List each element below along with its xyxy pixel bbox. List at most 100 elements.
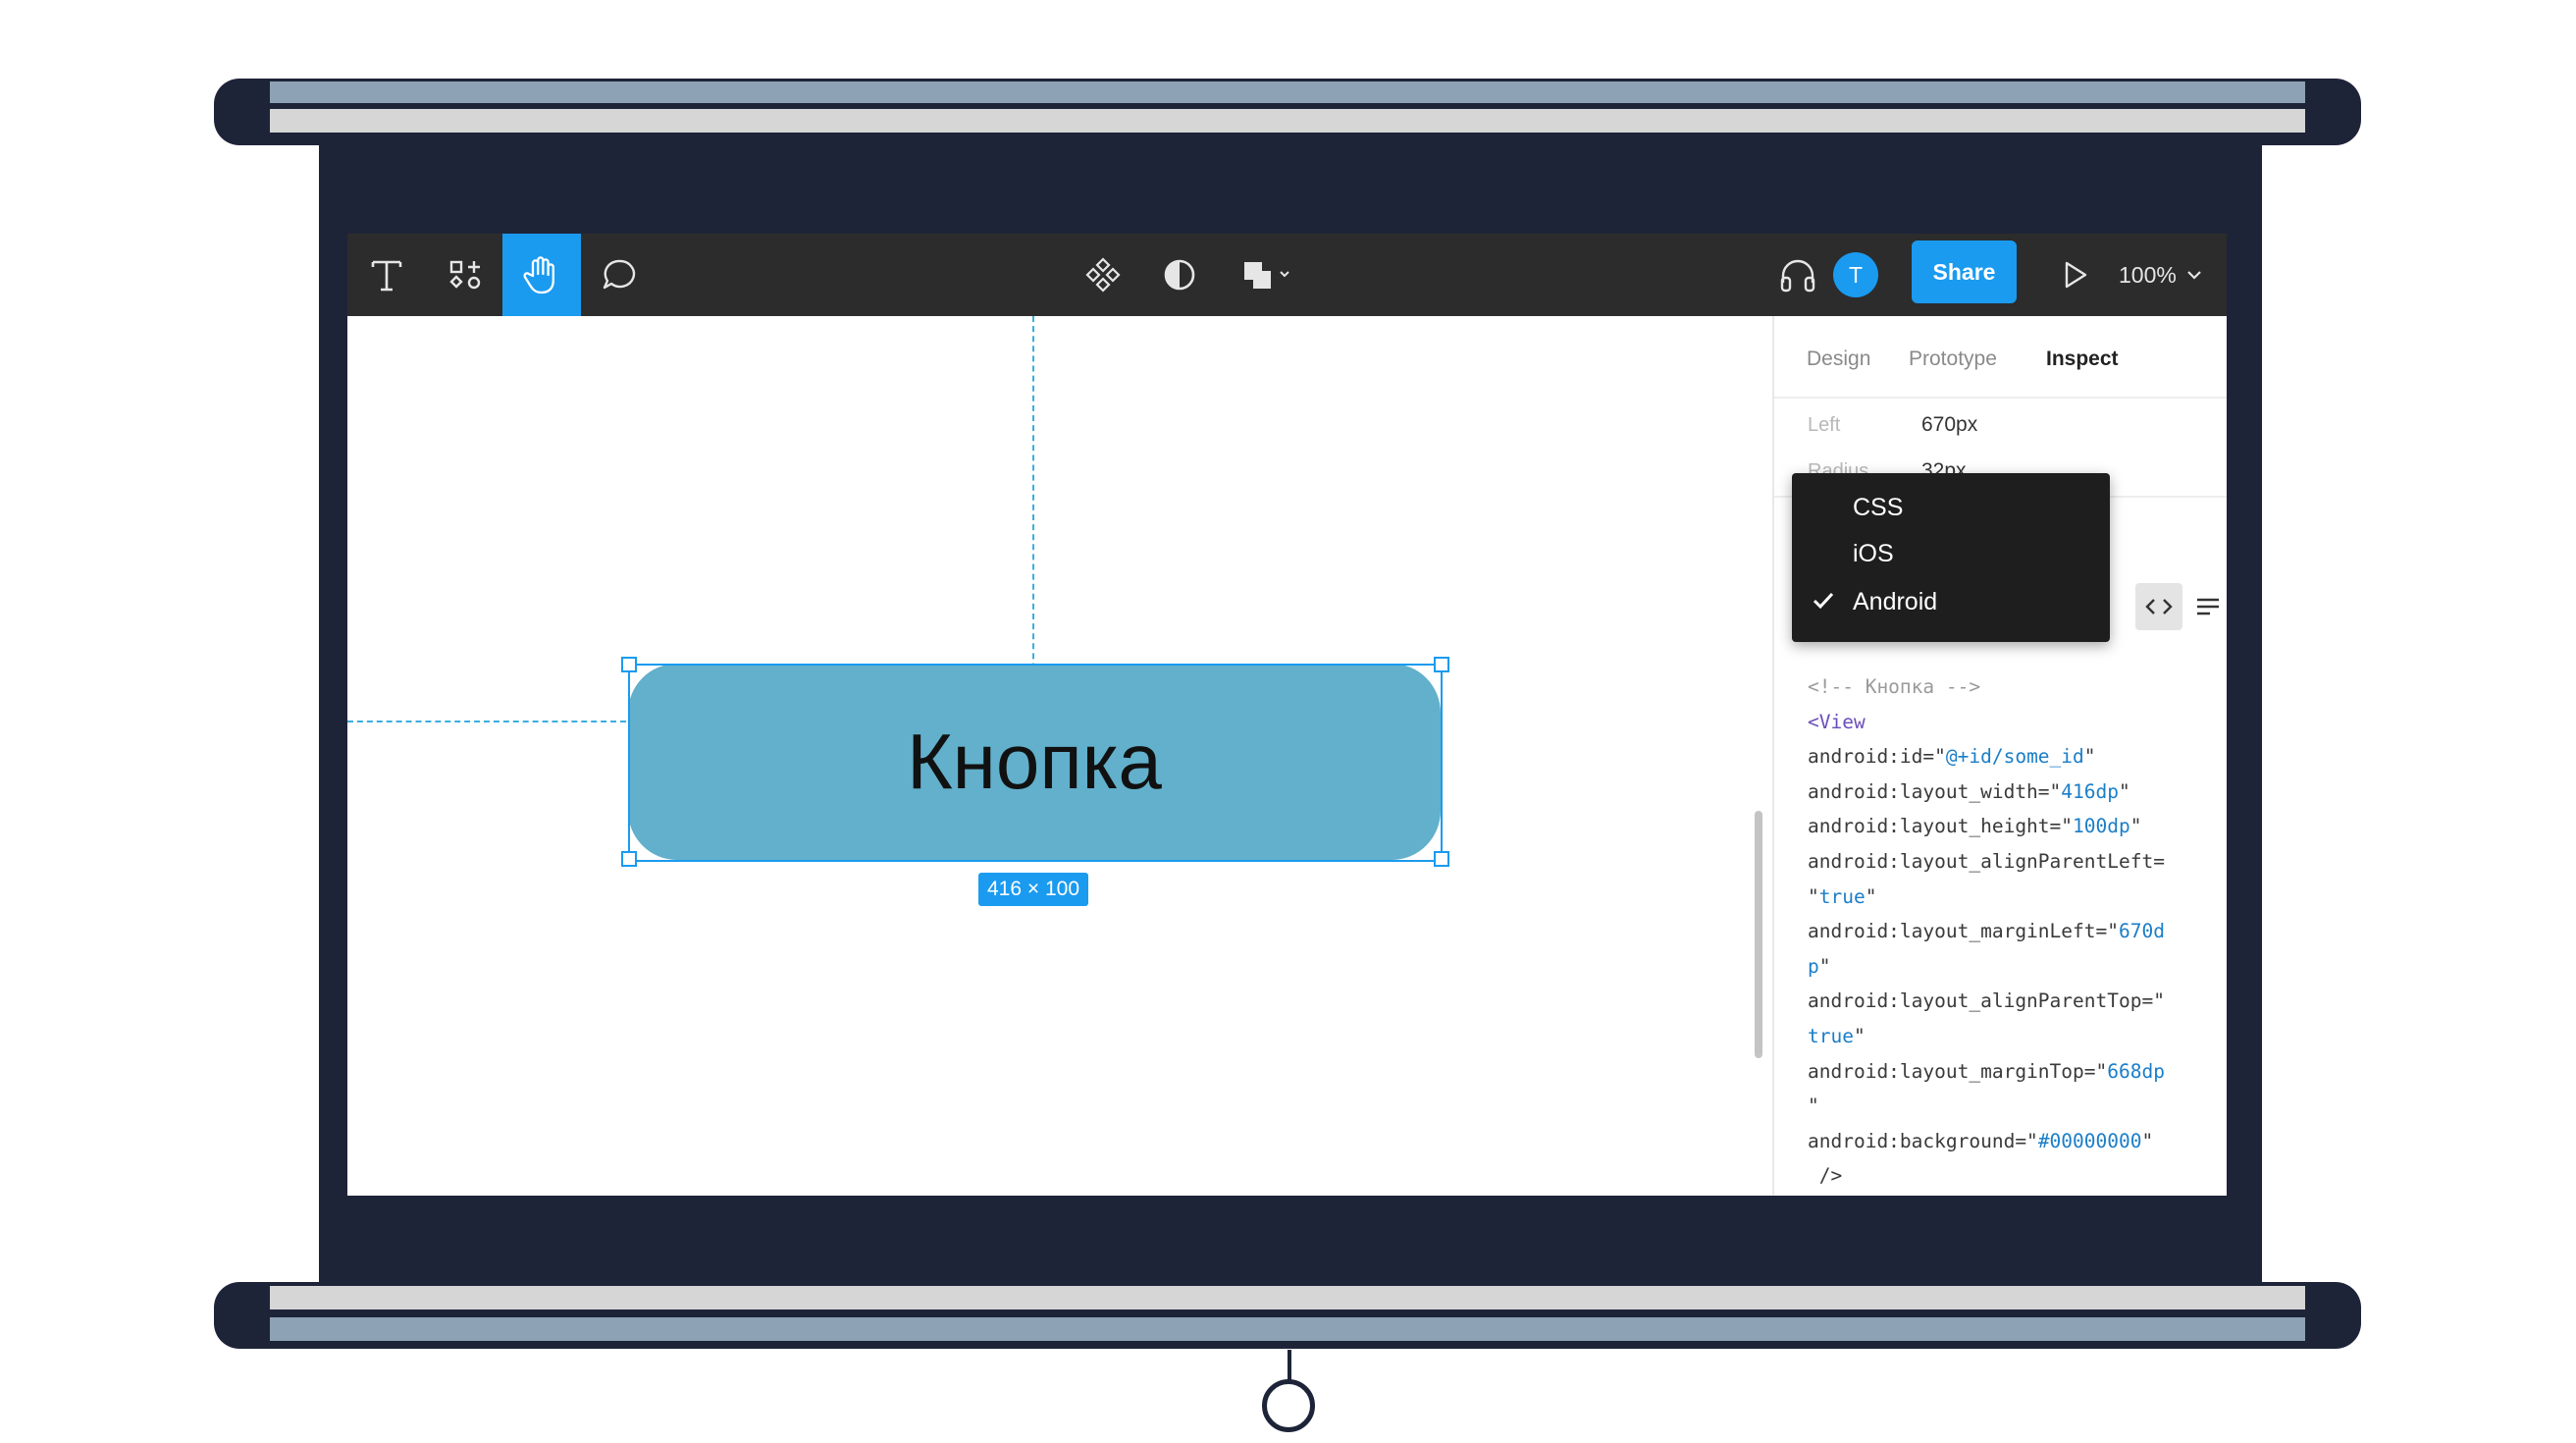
hand-icon	[523, 256, 554, 294]
code-view-button[interactable]	[2135, 583, 2182, 630]
code-line: android:layout_marginLeft="670d	[1808, 914, 2165, 949]
bottom-roller	[214, 1282, 2361, 1349]
code-token: true	[1818, 884, 1866, 908]
code-token: "	[1853, 1024, 1866, 1047]
code-token: "	[1818, 954, 1831, 978]
tab-design[interactable]: Design	[1807, 347, 1870, 371]
boolean-icon	[1244, 262, 1289, 289]
headphones-icon	[1780, 259, 1815, 293]
prop-value-left: 670px	[1921, 413, 1978, 436]
code-line: <!-- Кнопка -->	[1808, 669, 2165, 705]
code-token: <!-- Кнопка -->	[1808, 675, 1981, 698]
dropdown-item-label: Android	[1853, 588, 1938, 615]
code-line: "true"	[1808, 880, 2165, 915]
inspect-panel: Design Prototype Inspect Left 670px Radi…	[1772, 316, 2227, 1196]
hand-tool[interactable]	[502, 234, 581, 316]
list-view-button[interactable]	[2188, 583, 2227, 630]
code-line: android:layout_width="416dp"	[1808, 775, 2165, 810]
code-line: android:layout_alignParentTop="	[1808, 984, 2165, 1019]
code-token: android:background="	[1808, 1129, 2038, 1152]
dropdown-item-ios[interactable]: iOS	[1792, 532, 2110, 575]
component-tool[interactable]	[1064, 234, 1142, 316]
present-button[interactable]	[2036, 234, 2115, 316]
code-token: android:layout_alignParentTop="	[1808, 989, 2165, 1013]
components-tool[interactable]	[426, 234, 504, 316]
comment-tool[interactable]	[581, 234, 659, 316]
resize-handle-bl[interactable]	[621, 851, 637, 867]
boolean-tool[interactable]	[1225, 234, 1313, 316]
resize-handle-tr[interactable]	[1434, 657, 1449, 672]
code-line: <View	[1808, 705, 2165, 740]
code-line: android:layout_alignParentLeft=	[1808, 844, 2165, 880]
code-token: 100dp	[2073, 815, 2130, 838]
code-token: android:layout_marginTop="	[1808, 1059, 2108, 1083]
resize-handle-br[interactable]	[1434, 851, 1449, 867]
contrast-tool[interactable]	[1140, 234, 1219, 316]
code-token: android:layout_alignParentLeft=	[1808, 849, 2165, 873]
comment-icon	[603, 259, 636, 290]
pull-ring	[1262, 1379, 1315, 1432]
code-icon	[2145, 599, 2173, 615]
code-language-dropdown: CSS iOS Android	[1792, 473, 2110, 642]
horizontal-measure-guide	[347, 721, 626, 722]
code-token: "	[1808, 884, 1819, 908]
dropdown-item-label: iOS	[1853, 540, 1894, 567]
code-token: @+id/some_id	[1945, 745, 2084, 769]
code-token: android:layout_height="	[1808, 815, 2074, 838]
prop-label-left: Left	[1808, 414, 1841, 436]
vertical-measure-guide	[1032, 316, 1034, 719]
code-line: "	[1808, 1089, 2165, 1124]
code-snippet: <!-- Кнопка --> <View android:id="@+id/som…	[1808, 669, 2165, 1194]
code-token: 668dp	[2107, 1059, 2165, 1083]
top-roller	[214, 79, 2361, 145]
user-avatar[interactable]: T	[1833, 252, 1878, 297]
code-token: p	[1808, 954, 1819, 978]
canvas[interactable]: Кнопка 416 × 100	[347, 316, 1772, 1196]
resize-handle-tl[interactable]	[621, 657, 637, 672]
code-line: android:layout_height="100dp"	[1808, 809, 2165, 844]
contrast-icon	[1164, 259, 1195, 291]
code-token: "	[2141, 1129, 2154, 1152]
code-line: />	[1808, 1158, 2165, 1194]
tab-inspect[interactable]: Inspect	[2046, 347, 2119, 371]
zoom-control[interactable]: 100%	[2119, 234, 2217, 316]
tabs-divider	[1774, 397, 2227, 399]
share-button[interactable]: Share	[1912, 240, 2017, 303]
code-token: "	[2129, 815, 2142, 838]
code-token: "	[1808, 1095, 1819, 1118]
code-token: "	[1865, 884, 1877, 908]
code-line: p"	[1808, 949, 2165, 985]
dropdown-item-label: CSS	[1853, 494, 1904, 521]
tab-prototype[interactable]: Prototype	[1909, 347, 1997, 371]
code-line: android:background="#00000000"	[1808, 1124, 2165, 1159]
toolbar: T Share 100%	[347, 234, 2227, 316]
scrollbar[interactable]	[1755, 811, 1762, 1058]
code-line: android:id="@+id/some_id"	[1808, 739, 2165, 775]
dropdown-item-android[interactable]: Android	[1792, 579, 2110, 622]
text-tool[interactable]	[347, 234, 426, 316]
code-token: android:id="	[1808, 745, 1946, 769]
chevron-down-icon	[2187, 271, 2201, 280]
text-icon	[371, 260, 402, 292]
code-token: 416dp	[2061, 779, 2119, 803]
dropdown-item-css[interactable]: CSS	[1792, 485, 2110, 528]
code-line: android:layout_marginTop="668dp	[1808, 1054, 2165, 1090]
zoom-label: 100%	[2119, 261, 2177, 288]
code-token: "	[2083, 745, 2096, 769]
selection-outline	[628, 664, 1443, 862]
code-token: android:layout_marginLeft="	[1808, 920, 2119, 943]
size-badge: 416 × 100	[978, 873, 1088, 906]
code-token: "	[2118, 779, 2130, 803]
code-token: true	[1808, 1024, 1854, 1047]
list-icon	[2197, 598, 2219, 615]
code-token: <View	[1808, 710, 1866, 733]
code-line: true"	[1808, 1019, 2165, 1054]
design-app-window: T Share 100% Кнопка 416 × 100 Design Pro…	[347, 234, 2227, 1196]
checkmark-icon	[1813, 592, 1834, 610]
code-token: 670d	[2118, 920, 2165, 943]
audio-button[interactable]	[1759, 234, 1837, 316]
code-token: #00000000	[2037, 1129, 2142, 1152]
component-icon	[1085, 257, 1121, 293]
shapes-icon	[449, 260, 481, 290]
play-icon	[2065, 261, 2087, 289]
